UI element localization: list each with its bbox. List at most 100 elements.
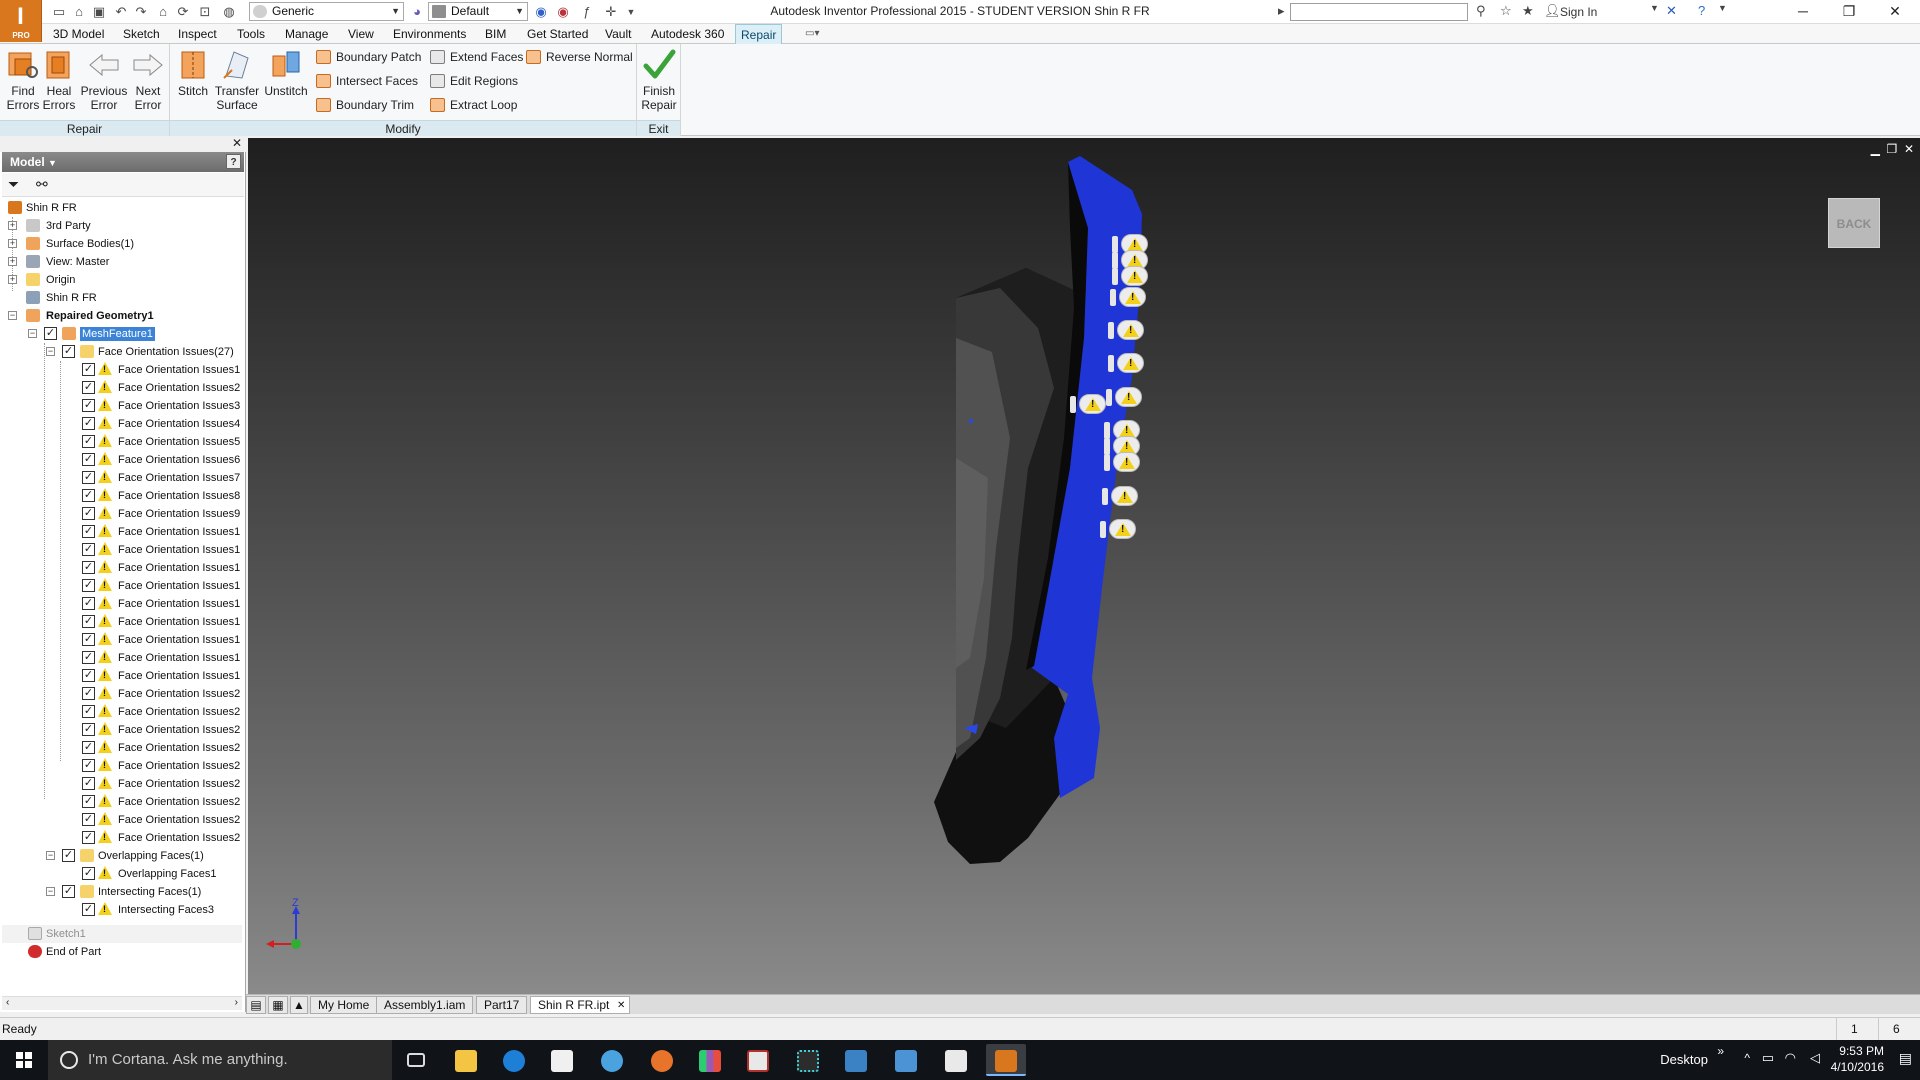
visibility-checkbox[interactable]: ✓ <box>82 489 95 502</box>
adjust-appearance-icon[interactable]: ◉ <box>554 3 572 21</box>
tree-item-3rd-party[interactable]: + 3rd Party <box>2 217 242 235</box>
tree-item-face-orientation-issue[interactable]: ✓Face Orientation Issues1 <box>2 577 242 595</box>
visibility-checkbox[interactable]: ✓ <box>62 885 75 898</box>
appearance-select[interactable]: Default ▼ <box>428 2 528 21</box>
visibility-checkbox[interactable]: ✓ <box>82 507 95 520</box>
tab-manage[interactable]: Manage <box>280 24 333 44</box>
doc-tab-shin-r-fr[interactable]: Shin R FR.ipt ✕ <box>530 996 631 1014</box>
warning-pin[interactable] <box>1110 287 1146 307</box>
visibility-checkbox[interactable]: ✓ <box>82 597 95 610</box>
tree-item-face-orientation-issue[interactable]: ✓Face Orientation Issues2 <box>2 739 242 757</box>
user-icon[interactable]: 👤︎ <box>1544 3 1561 19</box>
extend-faces-button[interactable]: Extend Faces <box>428 48 523 66</box>
binoculars-icon[interactable]: ⚲ <box>1476 3 1486 19</box>
warning-pin[interactable] <box>1100 519 1136 539</box>
heal-errors-button[interactable]: Heal Errors <box>36 46 82 116</box>
visibility-checkbox[interactable]: ✓ <box>82 363 95 376</box>
inventor-app-button[interactable]: I PRO <box>0 0 42 42</box>
edge-browser-button[interactable] <box>494 1044 534 1076</box>
tree-item-intersecting-faces[interactable]: ✓Intersecting Faces3 <box>2 901 242 919</box>
tree-item-face-orientation-issue[interactable]: ✓Face Orientation Issues1 <box>2 613 242 631</box>
tree-item-face-orientation-issue[interactable]: ✓Face Orientation Issues1 <box>2 541 242 559</box>
tab-sketch[interactable]: Sketch <box>118 24 165 44</box>
warning-pin[interactable] <box>1106 387 1142 407</box>
open-documents-menu-icon[interactable]: ▲ <box>290 996 308 1014</box>
tree-item-face-orientation-issue[interactable]: ✓Face Orientation Issues2 <box>2 721 242 739</box>
redo-icon[interactable]: ↷ <box>132 3 150 21</box>
network-app-button[interactable] <box>788 1044 828 1076</box>
action-center-icon[interactable]: ▤ <box>1899 1050 1912 1067</box>
close-window-icon[interactable]: ✕ <box>1872 0 1918 24</box>
visibility-checkbox[interactable]: ✓ <box>62 345 75 358</box>
visibility-checkbox[interactable]: ✓ <box>82 543 95 556</box>
tab-environments[interactable]: Environments <box>388 24 471 44</box>
next-error-button[interactable]: Next Error <box>125 46 171 116</box>
doc-tab-my-home[interactable]: My Home <box>310 996 378 1014</box>
visibility-checkbox[interactable]: ✓ <box>82 399 95 412</box>
transfer-surface-button[interactable]: Transfer Surface <box>210 46 264 116</box>
wifi-icon[interactable]: ◠ <box>1785 1050 1796 1066</box>
visibility-checkbox[interactable]: ✓ <box>82 669 95 682</box>
edit-regions-button[interactable]: Edit Regions <box>428 72 518 90</box>
tree-item-face-orientation-issue[interactable]: ✓Face Orientation Issues3 <box>2 397 242 415</box>
warning-pin[interactable] <box>1112 266 1148 286</box>
function-icon[interactable]: ƒ <box>578 3 596 21</box>
tree-item-face-orientation-issue[interactable]: ✓Face Orientation Issues6 <box>2 451 242 469</box>
save-icon[interactable]: ▣ <box>90 3 108 21</box>
warning-pin[interactable] <box>1108 320 1144 340</box>
visibility-checkbox[interactable]: ✓ <box>82 633 95 646</box>
tree-item-sketch[interactable]: Sketch1 <box>2 925 242 943</box>
tree-item-mesh-feature[interactable]: − ✓ MeshFeature1 <box>2 325 242 343</box>
customize-chevron-icon[interactable]: ▼ <box>622 3 640 21</box>
tree-item-face-orientation-issue[interactable]: ✓Face Orientation Issues2 <box>2 829 242 847</box>
tree-item-face-orientation-issue[interactable]: ✓Face Orientation Issues1 <box>2 667 242 685</box>
exchange-apps-icon[interactable]: ✕ <box>1666 3 1677 19</box>
viewcube[interactable]: BACK <box>1828 198 1880 248</box>
minimize-icon[interactable]: ─ <box>1780 0 1826 24</box>
visibility-checkbox[interactable]: ✓ <box>82 435 95 448</box>
visibility-checkbox[interactable]: ✓ <box>82 471 95 484</box>
inventor-taskbar-button[interactable] <box>986 1044 1026 1076</box>
visibility-checkbox[interactable]: ✓ <box>82 741 95 754</box>
graphics-viewport[interactable]: ▁ ❐ ✕ BACK Z X <box>248 138 1920 994</box>
tab-3d-model[interactable]: 3D Model <box>48 24 109 44</box>
appearance-icon[interactable]: ◕ <box>408 3 426 21</box>
visibility-checkbox[interactable]: ✓ <box>82 417 95 430</box>
cascade-windows-icon[interactable]: ▦ <box>268 996 288 1014</box>
tree-item-face-orientation-issue[interactable]: ✓Face Orientation Issues1 <box>2 595 242 613</box>
firefox-button[interactable] <box>642 1044 682 1076</box>
tab-view[interactable]: View <box>343 24 379 44</box>
app-bars-button[interactable] <box>690 1044 730 1076</box>
visibility-checkbox[interactable]: ✓ <box>82 579 95 592</box>
sign-in-link[interactable]: Sign In <box>1560 5 1597 19</box>
start-button[interactable] <box>0 1040 48 1080</box>
tree-item-end-of-part[interactable]: End of Part <box>2 943 242 961</box>
tree-item-face-orientation-issue[interactable]: ✓Face Orientation Issues2 <box>2 775 242 793</box>
find-binoculars-icon[interactable]: ⚯ <box>36 176 48 193</box>
tree-item-surface-bodies[interactable]: + Surface Bodies(1) <box>2 235 242 253</box>
tree-item-overlapping-group[interactable]: − ✓ Overlapping Faces(1) <box>2 847 242 865</box>
visibility-checkbox[interactable]: ✓ <box>82 759 95 772</box>
clear-appearance-icon[interactable]: ◉ <box>532 3 550 21</box>
collapse-icon[interactable]: − <box>28 329 37 338</box>
tree-item-face-orientation-issue[interactable]: ✓Face Orientation Issues2 <box>2 793 242 811</box>
tab-bim[interactable]: BIM <box>480 24 511 44</box>
tree-item-face-orientation-issue[interactable]: ✓Face Orientation Issues5 <box>2 433 242 451</box>
doc-tab-assembly1[interactable]: Assembly1.iam <box>376 996 474 1014</box>
close-browser-icon[interactable]: ✕ <box>232 136 242 150</box>
warning-pin[interactable] <box>1104 452 1140 472</box>
tree-item-face-orientation-issue[interactable]: ✓Face Orientation Issues9 <box>2 505 242 523</box>
tab-vault[interactable]: Vault <box>600 24 636 44</box>
chrome-button[interactable] <box>592 1044 632 1076</box>
tree-item-repaired-geometry[interactable]: − Repaired Geometry1 <box>2 307 242 325</box>
visibility-checkbox[interactable]: ✓ <box>82 651 95 664</box>
restore-icon[interactable]: ❐ <box>1826 0 1872 24</box>
tree-item-face-orientation-issue[interactable]: ✓Face Orientation Issues2 <box>2 379 242 397</box>
visibility-checkbox[interactable]: ✓ <box>82 903 95 916</box>
tree-item-face-orientation-issue[interactable]: ✓Face Orientation Issues2 <box>2 685 242 703</box>
new-file-icon[interactable]: ▭ <box>50 3 68 21</box>
tree-item-face-orientation-issue[interactable]: ✓Face Orientation Issues2 <box>2 811 242 829</box>
expand-icon[interactable]: + <box>8 239 17 248</box>
warning-pin[interactable] <box>1102 486 1138 506</box>
tab-inspect[interactable]: Inspect <box>173 24 222 44</box>
